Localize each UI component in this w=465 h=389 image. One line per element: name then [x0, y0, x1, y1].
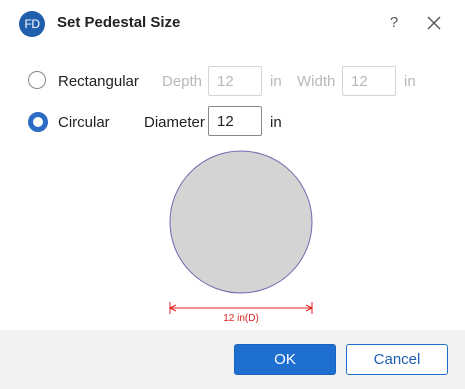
ok-button[interactable]: OK — [234, 344, 336, 375]
pedestal-preview: 12 in(D) — [168, 150, 314, 324]
cancel-button[interactable]: Cancel — [346, 344, 448, 375]
dimension-label: 12 in(D) — [223, 313, 259, 324]
pedestal-circle — [169, 150, 313, 294]
